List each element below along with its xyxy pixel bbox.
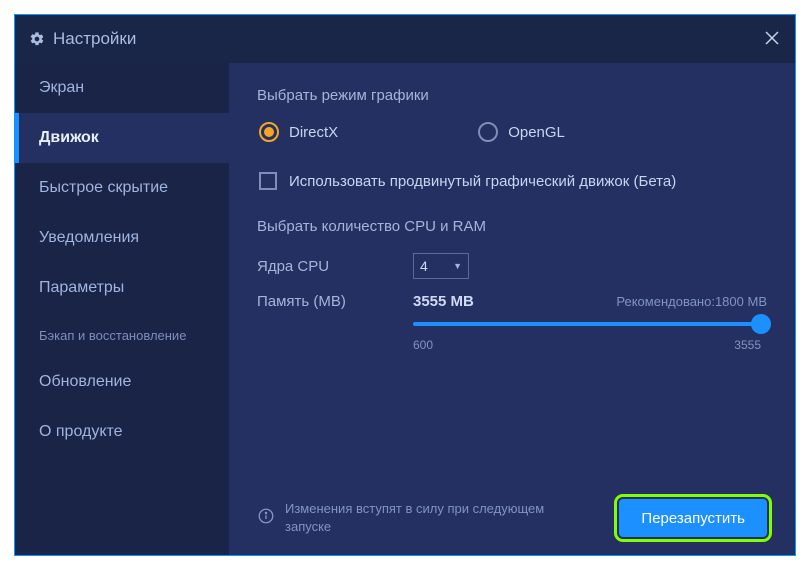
sidebar-item-update[interactable]: Обновление bbox=[15, 357, 229, 407]
radio-circle-icon bbox=[478, 122, 498, 142]
sidebar-item-label: Уведомления bbox=[39, 229, 139, 247]
sidebar-item-label: Быстрое скрытие bbox=[39, 179, 168, 197]
radio-circle-icon bbox=[259, 122, 279, 142]
sidebar-item-label: Бэкап и восстановление bbox=[39, 328, 186, 343]
memory-label: Память (MB) bbox=[257, 293, 413, 310]
select-value: 4 bbox=[420, 258, 428, 274]
slider-range-labels: 600 3555 bbox=[413, 338, 761, 352]
gear-icon bbox=[29, 31, 45, 47]
sidebar-item-about[interactable]: О продукте bbox=[15, 407, 229, 457]
memory-recommended: Рекомендовано:1800 MB bbox=[616, 294, 767, 309]
slider-max-label: 3555 bbox=[734, 338, 761, 352]
footer-info-text: Изменения вступят в силу при следующем з… bbox=[285, 500, 585, 536]
settings-window: Настройки Экран Движок Быстрое скрытие У… bbox=[14, 14, 796, 556]
sidebar-item-preferences[interactable]: Параметры bbox=[15, 263, 229, 313]
memory-value: 3555 MB bbox=[413, 293, 474, 310]
memory-slider[interactable]: 600 3555 bbox=[413, 322, 767, 352]
memory-row: Память (MB) 3555 MB Рекомендовано:1800 M… bbox=[257, 293, 767, 310]
sidebar-item-label: Параметры bbox=[39, 279, 124, 297]
sidebar-item-backup-restore[interactable]: Бэкап и восстановление bbox=[15, 313, 229, 357]
graphics-mode-radio-group: DirectX OpenGL bbox=[259, 122, 767, 142]
graphics-mode-title: Выбрать режим графики bbox=[257, 87, 767, 104]
sidebar-item-display[interactable]: Экран bbox=[15, 63, 229, 113]
sidebar-item-boss-key[interactable]: Быстрое скрытие bbox=[15, 163, 229, 213]
cpu-cores-label: Ядра CPU bbox=[257, 258, 413, 275]
radio-label: OpenGL bbox=[508, 124, 565, 141]
cpu-cores-select[interactable]: 4 ▼ bbox=[413, 253, 469, 279]
radio-directx[interactable]: DirectX bbox=[259, 122, 338, 142]
window-title: Настройки bbox=[53, 29, 136, 49]
titlebar: Настройки bbox=[15, 15, 795, 63]
sidebar-item-notifications[interactable]: Уведомления bbox=[15, 213, 229, 263]
slider-track bbox=[413, 322, 761, 326]
advanced-engine-checkbox[interactable]: Использовать продвинутый графический дви… bbox=[259, 172, 767, 190]
restart-button[interactable]: Перезапустить bbox=[619, 499, 767, 537]
radio-opengl[interactable]: OpenGL bbox=[478, 122, 565, 142]
slider-min-label: 600 bbox=[413, 338, 433, 352]
sidebar-item-label: Обновление bbox=[39, 373, 131, 391]
checkbox-icon bbox=[259, 172, 277, 190]
info-icon bbox=[257, 507, 275, 530]
footer: Изменения вступят в силу при следующем з… bbox=[257, 487, 767, 537]
chevron-down-icon: ▼ bbox=[453, 261, 462, 271]
cpu-ram-title: Выбрать количество CPU и RAM bbox=[257, 218, 767, 235]
body-area: Экран Движок Быстрое скрытие Уведомления… bbox=[15, 63, 795, 555]
cpu-cores-row: Ядра CPU 4 ▼ bbox=[257, 253, 767, 279]
sidebar-item-label: Экран bbox=[39, 79, 84, 97]
slider-handle[interactable] bbox=[751, 314, 771, 334]
sidebar-item-engine[interactable]: Движок bbox=[15, 113, 229, 163]
sidebar-item-label: О продукте bbox=[39, 423, 123, 441]
checkbox-label: Использовать продвинутый графический дви… bbox=[289, 173, 676, 190]
close-icon[interactable] bbox=[763, 29, 781, 52]
radio-label: DirectX bbox=[289, 124, 338, 141]
sidebar: Экран Движок Быстрое скрытие Уведомления… bbox=[15, 63, 229, 555]
content-panel: Выбрать режим графики DirectX OpenGL Исп… bbox=[229, 63, 795, 555]
sidebar-item-label: Движок bbox=[39, 129, 99, 147]
